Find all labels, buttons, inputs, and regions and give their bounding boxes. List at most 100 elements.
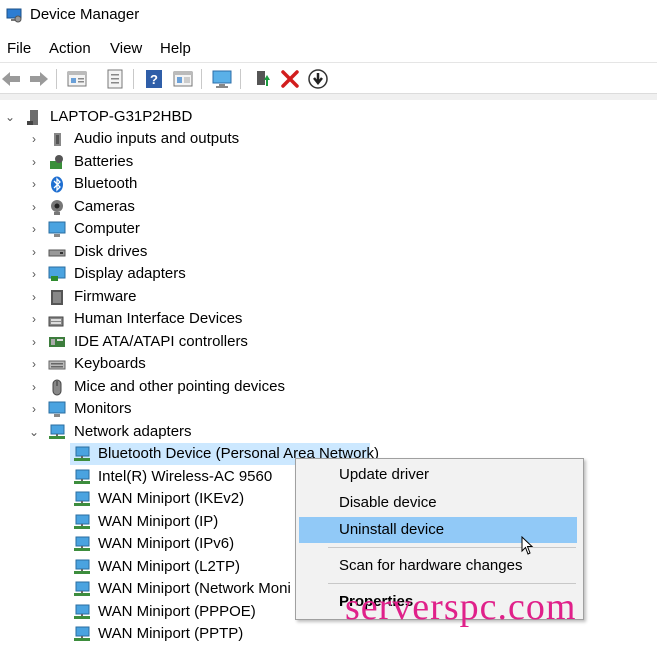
cursor-icon xyxy=(521,536,534,555)
disk-drive-icon xyxy=(48,249,66,256)
category-label: Network adapters xyxy=(74,422,192,440)
network-adapter-icon xyxy=(74,559,90,574)
device-label: WAN Miniport (L2TP) xyxy=(98,557,240,575)
monitor-icon xyxy=(48,221,66,237)
forward-icon[interactable] xyxy=(28,68,50,90)
chevron-right-icon[interactable]: › xyxy=(27,308,41,330)
svg-text:?: ? xyxy=(150,72,158,87)
menu-file[interactable]: File xyxy=(7,40,31,57)
back-icon[interactable] xyxy=(0,68,22,90)
category-label: Display adapters xyxy=(74,265,186,282)
uninstall-icon[interactable] xyxy=(279,68,301,90)
chevron-right-icon[interactable]: › xyxy=(27,376,41,398)
tree-category-firmware[interactable]: › Firmware xyxy=(0,286,657,308)
chevron-right-icon[interactable]: › xyxy=(27,218,41,240)
device-label: WAN Miniport (IKEv2) xyxy=(98,490,245,507)
view-icon[interactable] xyxy=(172,68,194,90)
chevron-right-icon[interactable]: › xyxy=(27,331,41,353)
tree-category-monitors[interactable]: › Monitors xyxy=(0,398,657,420)
category-label: Human Interface Devices xyxy=(74,310,243,327)
toolbar-separator xyxy=(201,69,202,89)
firmware-icon xyxy=(51,289,63,305)
chevron-right-icon[interactable]: › xyxy=(27,398,41,420)
chevron-right-icon[interactable]: › xyxy=(27,173,41,195)
category-label: Audio inputs and outputs xyxy=(74,130,240,147)
category-label: IDE ATA/ATAPI controllers xyxy=(74,332,248,350)
menu-help[interactable]: Help xyxy=(160,40,191,57)
device-label: WAN Miniport (IPv6) xyxy=(98,535,235,552)
help-icon[interactable]: ? xyxy=(143,68,165,90)
tree-category-disk-drives[interactable]: › Disk drives xyxy=(0,241,657,263)
tree-category-batteries[interactable]: › Batteries xyxy=(0,151,657,173)
menu-action[interactable]: Action xyxy=(49,40,91,57)
chevron-right-icon[interactable]: › xyxy=(27,286,41,308)
category-label: Monitors xyxy=(74,400,132,417)
tree-category-computer[interactable]: › Computer xyxy=(0,218,657,240)
network-adapter-icon xyxy=(74,491,90,506)
network-adapter-icon xyxy=(74,581,90,596)
ide-controller-icon xyxy=(49,336,65,347)
chevron-right-icon[interactable]: › xyxy=(27,151,41,173)
tree-category-bluetooth[interactable]: › Bluetooth xyxy=(0,173,657,195)
computer-tower-icon xyxy=(27,110,38,125)
device-manager-icon xyxy=(6,8,22,23)
network-adapter-icon xyxy=(49,424,65,439)
category-label: Cameras xyxy=(74,197,135,215)
category-label: Batteries xyxy=(74,152,134,170)
network-adapter-icon xyxy=(74,469,90,484)
tree-category-audio[interactable]: › Audio inputs and outputs xyxy=(0,128,657,150)
monitor-icon xyxy=(48,401,66,417)
scan-icon[interactable] xyxy=(211,68,233,90)
menu-item-disable-device[interactable]: Disable device xyxy=(299,490,577,516)
menu-item-uninstall-device[interactable]: Uninstall device xyxy=(299,517,577,543)
chevron-right-icon[interactable]: › xyxy=(27,263,41,285)
title-bar: Device Manager xyxy=(0,0,657,34)
device-label: WAN Miniport (PPTP) xyxy=(98,625,244,642)
network-adapter-icon xyxy=(74,514,90,529)
device-label: WAN Miniport (PPPOE) xyxy=(98,602,256,620)
chevron-down-icon[interactable]: ⌄ xyxy=(27,421,41,443)
chevron-right-icon[interactable]: › xyxy=(27,128,41,150)
window-title: Device Manager xyxy=(30,6,140,23)
download-icon[interactable] xyxy=(307,68,329,90)
tree-category-network-adapters[interactable]: ⌄ Network adapters xyxy=(0,421,657,443)
network-adapter-icon xyxy=(74,536,90,551)
properties-icon[interactable] xyxy=(66,68,88,90)
watermark-text: serverspc.com xyxy=(345,586,577,628)
menu-bar: File Action View Help xyxy=(0,36,657,63)
category-label: Computer xyxy=(74,220,140,237)
menu-item-update-driver[interactable]: Update driver xyxy=(299,462,577,488)
device-label: WAN Miniport (IP) xyxy=(98,512,219,530)
tree-category-keyboards[interactable]: › Keyboards xyxy=(0,353,657,375)
menu-item-label: Scan for hardware changes xyxy=(339,557,523,574)
tree-category-mice[interactable]: › Mice and other pointing devices xyxy=(0,376,657,398)
device-item[interactable]: WAN Miniport (PPTP) xyxy=(70,623,370,645)
menu-item-scan-hardware[interactable]: Scan for hardware changes xyxy=(299,553,577,579)
mouse-icon xyxy=(52,379,62,395)
tree-category-ide[interactable]: › IDE ATA/ATAPI controllers xyxy=(0,331,657,353)
chevron-right-icon[interactable]: › xyxy=(27,353,41,375)
menu-view[interactable]: View xyxy=(110,40,142,57)
keyboard-icon xyxy=(48,360,66,370)
display-adapter-icon xyxy=(48,266,66,281)
toolbar-separator xyxy=(240,69,241,89)
menu-item-label: Update driver xyxy=(339,466,430,483)
bluetooth-icon xyxy=(51,176,63,193)
human-interface-device-icon xyxy=(48,316,64,327)
tree-root-label: LAPTOP-G31P2HBD xyxy=(50,108,193,125)
speaker-icon xyxy=(54,133,61,146)
enable-device-icon[interactable] xyxy=(251,68,273,90)
camera-icon xyxy=(51,199,63,215)
tree-category-hid[interactable]: › Human Interface Devices xyxy=(0,308,657,330)
chevron-right-icon[interactable]: › xyxy=(27,196,41,218)
tree-category-cameras[interactable]: › Cameras xyxy=(0,196,657,218)
chevron-right-icon[interactable]: › xyxy=(27,241,41,263)
category-label: Mice and other pointing devices xyxy=(74,377,285,395)
network-adapter-icon xyxy=(74,604,90,619)
category-label: Bluetooth xyxy=(74,175,138,192)
chevron-down-icon[interactable]: ⌄ xyxy=(3,106,17,128)
tree-root[interactable]: ⌄ LAPTOP-G31P2HBD xyxy=(0,106,657,128)
category-label: Disk drives xyxy=(74,242,148,260)
tree-category-display-adapters[interactable]: › Display adapters xyxy=(0,263,657,285)
update-driver-icon[interactable] xyxy=(104,68,126,90)
